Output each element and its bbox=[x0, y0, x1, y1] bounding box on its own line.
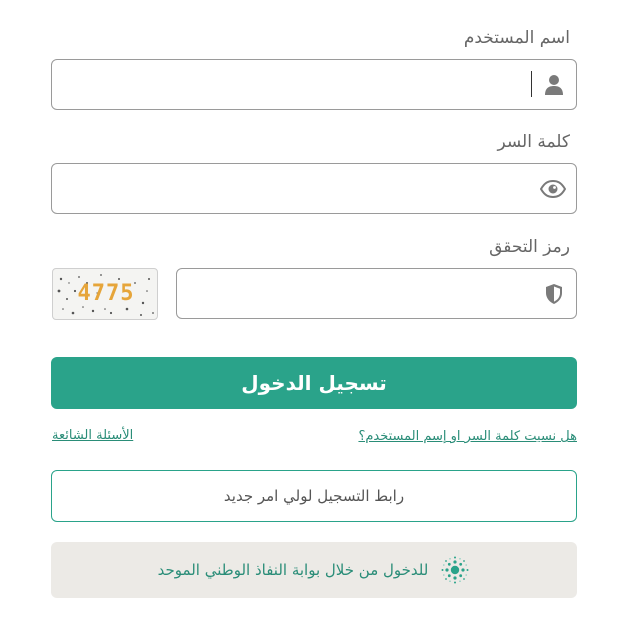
guardian-register-button[interactable]: رابط التسجيل لولي امر جديد bbox=[51, 470, 577, 522]
password-input[interactable] bbox=[58, 170, 532, 208]
captcha-field[interactable] bbox=[176, 268, 577, 319]
login-button[interactable]: تسجيل الدخول bbox=[51, 357, 577, 409]
password-field[interactable] bbox=[51, 163, 577, 214]
user-icon bbox=[540, 72, 568, 98]
captcha-label: رمز التحقق bbox=[489, 237, 570, 257]
nafath-login-button[interactable]: للدخول من خلال بوابة النفاذ الوطني الموح… bbox=[51, 542, 577, 598]
shield-icon bbox=[541, 281, 567, 307]
captcha-input[interactable] bbox=[183, 275, 532, 313]
forgot-credentials-link[interactable]: هل نسيت كلمة السر او إسم المستخدم؟ bbox=[300, 429, 577, 447]
faq-link[interactable]: الأسئلة الشائعة bbox=[52, 428, 172, 446]
password-label: كلمة السر bbox=[497, 132, 570, 152]
nafath-logo-icon bbox=[440, 555, 470, 585]
captcha-code: 4775 bbox=[77, 281, 135, 306]
username-field[interactable] bbox=[51, 59, 577, 110]
eye-icon[interactable] bbox=[537, 176, 569, 202]
username-label: اسم المستخدم bbox=[463, 28, 570, 48]
username-input[interactable] bbox=[58, 66, 522, 104]
captcha-image: 4775 bbox=[52, 268, 158, 320]
text-cursor bbox=[531, 71, 532, 97]
nafath-login-label: للدخول من خلال بوابة النفاذ الوطني الموح… bbox=[157, 561, 429, 579]
